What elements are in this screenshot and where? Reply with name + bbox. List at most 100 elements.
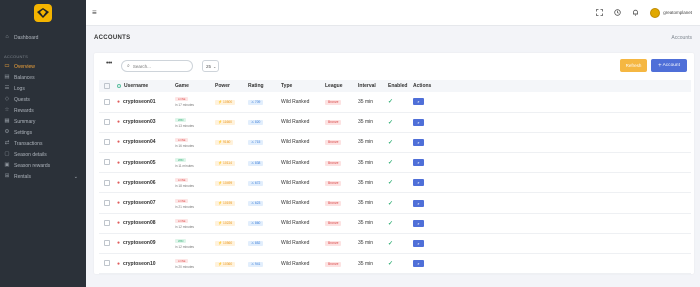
row-checkbox[interactable] — [104, 159, 110, 166]
username-link[interactable]: cryptoseon01 — [123, 99, 156, 105]
sidebar-item-overview[interactable]: ▭ Overview — [0, 61, 86, 72]
search-action-button[interactable]: ⌕ — [413, 219, 424, 227]
fullscreen-icon[interactable] — [594, 8, 604, 18]
header-type[interactable]: Type — [281, 80, 325, 92]
rating-value: 852 — [254, 241, 261, 246]
diamond-logo-icon[interactable] — [34, 4, 52, 22]
type-cell: Wild Ranked — [281, 179, 310, 186]
search-action-button[interactable]: ⌕ — [413, 98, 424, 106]
row-checkbox[interactable] — [104, 98, 110, 105]
sidebar-item-transactions[interactable]: ⇄ Transactions — [0, 138, 86, 149]
sidebar-item-season-rewards[interactable]: ▣ Season rewards — [0, 160, 86, 171]
user-icon: ● — [117, 240, 121, 247]
check-icon[interactable]: ✓ — [388, 120, 393, 126]
check-icon[interactable]: ✓ — [388, 140, 393, 146]
bell-icon[interactable] — [630, 8, 640, 18]
refresh-button[interactable]: Refresh — [620, 59, 647, 72]
table-header-row: Username Game Power Rating Type League I… — [99, 80, 691, 92]
table-row[interactable]: ● cryptoseon10 LOSE in 20 minutes ⚡ 10360 … — [99, 254, 691, 274]
header-interval[interactable]: Interval — [358, 80, 388, 92]
header-rating[interactable]: Rating — [248, 80, 281, 92]
search-action-button[interactable]: ⌕ — [413, 138, 424, 146]
table-row[interactable]: ● cryptoseon07 LOSE in 21 minutes ⚡ 10195 … — [99, 193, 691, 214]
username-link[interactable]: cryptoseon04 — [123, 139, 156, 145]
header-league[interactable]: League — [325, 80, 358, 92]
header-username[interactable]: Username — [117, 80, 175, 92]
search-action-button[interactable]: ⌕ — [413, 118, 424, 126]
rating-value: 820 — [254, 120, 261, 125]
row-checkbox[interactable] — [104, 260, 110, 267]
sidebar-item-dashboard[interactable]: ⌂ Dashboard — [0, 32, 86, 43]
page-size-select[interactable]: 25 ⌄ — [202, 60, 219, 72]
search-action-button[interactable]: ⌕ — [413, 179, 424, 187]
check-icon[interactable]: ✓ — [388, 241, 393, 247]
breadcrumb[interactable]: Accounts — [671, 35, 692, 41]
search-box[interactable]: ⌕ — [121, 60, 193, 72]
monitor-icon: ▭ — [4, 62, 10, 69]
username-cell: ● cryptoseon05 — [117, 153, 175, 173]
sidebar-item-settings[interactable]: ⚙ Settings — [0, 127, 86, 138]
header-game[interactable]: Game — [175, 80, 215, 92]
actions-cell: ⌕ — [413, 112, 691, 132]
table-row[interactable]: ● cryptoseon05 WIN in 11 minutes ⚡ 10114 ⚔… — [99, 153, 691, 173]
sidebar-item-summary[interactable]: ▦ Summary — [0, 116, 86, 127]
username-link[interactable]: cryptoseon07 — [123, 200, 156, 206]
username-label[interactable]: greatomplanet — [663, 10, 692, 15]
check-icon[interactable]: ✓ — [388, 160, 393, 166]
username-link[interactable]: cryptoseon08 — [123, 220, 156, 226]
username-link[interactable]: cryptoseon06 — [123, 180, 156, 186]
league-badge: Bronze — [325, 120, 342, 126]
username-link[interactable]: cryptoseon03 — [123, 119, 156, 125]
check-icon[interactable]: ✓ — [388, 261, 393, 267]
interval-cell: 35 min — [358, 119, 374, 126]
add-account-button[interactable]: + Account — [651, 59, 687, 72]
sidebar-item-rentals[interactable]: ⊞ Rentals ⌄ — [0, 171, 86, 182]
enabled-cell: ✓ — [388, 92, 413, 112]
rating-cell: ⚔ 715 — [248, 132, 281, 152]
row-checkbox[interactable] — [104, 199, 110, 206]
check-icon[interactable]: ✓ — [388, 99, 393, 105]
check-icon[interactable]: ✓ — [388, 221, 393, 227]
refresh-clock-icon[interactable] — [612, 8, 622, 18]
username-link[interactable]: cryptoseon10 — [123, 261, 156, 267]
table-row[interactable]: ● cryptoseon01 LOSE in 17 minutes ⚡ 10500 … — [99, 92, 691, 113]
accounts-table: Username Game Power Rating Type League I… — [99, 80, 691, 274]
table-row[interactable]: ● cryptoseon09 WIN in 12 minutes ⚡ 10560 ⚔… — [99, 233, 691, 254]
sidebar-item-rewards[interactable]: ☆ Rewards — [0, 105, 86, 116]
check-icon[interactable]: ✓ — [388, 180, 393, 186]
username-link[interactable]: cryptoseon09 — [123, 240, 156, 246]
power-value: 10499 — [223, 180, 233, 185]
rating-cell: ⚔ 941 — [248, 254, 281, 274]
sidebar-item-logs[interactable]: ☰ Logs — [0, 83, 86, 94]
header-power[interactable]: Power — [215, 80, 248, 92]
season-icon: ▢ — [4, 150, 10, 157]
search-action-button[interactable]: ⌕ — [413, 199, 424, 207]
hamburger-icon[interactable]: ≡ — [92, 8, 102, 17]
sidebar-item-label: Settings — [14, 129, 33, 136]
check-icon[interactable]: ✓ — [388, 201, 393, 207]
interval-cell: 35 min — [358, 220, 374, 227]
table-row[interactable]: ● cryptoseon08 LOSE in 12 minutes ⚡ 10226 … — [99, 213, 691, 234]
sidebar-item-quests[interactable]: ◇ Quests — [0, 94, 86, 105]
row-checkbox[interactable] — [104, 220, 110, 227]
search-input[interactable] — [132, 63, 188, 69]
username-link[interactable]: cryptoseon05 — [123, 160, 156, 166]
sidebar-item-balances[interactable]: ▤ Balances — [0, 72, 86, 83]
row-checkbox[interactable] — [104, 240, 110, 247]
league-badge: Bronze — [325, 221, 342, 227]
row-checkbox[interactable] — [104, 139, 110, 146]
table-row[interactable]: ● cryptoseon03 WIN in 13 minutes ⚡ 11660 ⚔… — [99, 112, 691, 133]
select-all-checkbox[interactable] — [104, 82, 110, 89]
row-checkbox[interactable] — [104, 179, 110, 186]
sidebar-item-season-details[interactable]: ▢ Season details — [0, 149, 86, 160]
table-row[interactable]: ● cryptoseon06 LOSE in 18 minutes ⚡ 10499 … — [99, 173, 691, 193]
avatar[interactable] — [650, 7, 661, 18]
more-options-icon[interactable]: ••• — [106, 60, 112, 67]
row-checkbox[interactable] — [104, 119, 110, 126]
search-action-button[interactable]: ⌕ — [413, 260, 424, 268]
header-enabled[interactable]: Enabled — [388, 80, 413, 92]
league-cell: Bronze — [325, 213, 358, 233]
search-action-button[interactable]: ⌕ — [413, 159, 424, 167]
table-row[interactable]: ● cryptoseon04 LOSE in 16 minutes ⚡ 9160 ⚔… — [99, 132, 691, 153]
search-action-button[interactable]: ⌕ — [413, 239, 424, 247]
